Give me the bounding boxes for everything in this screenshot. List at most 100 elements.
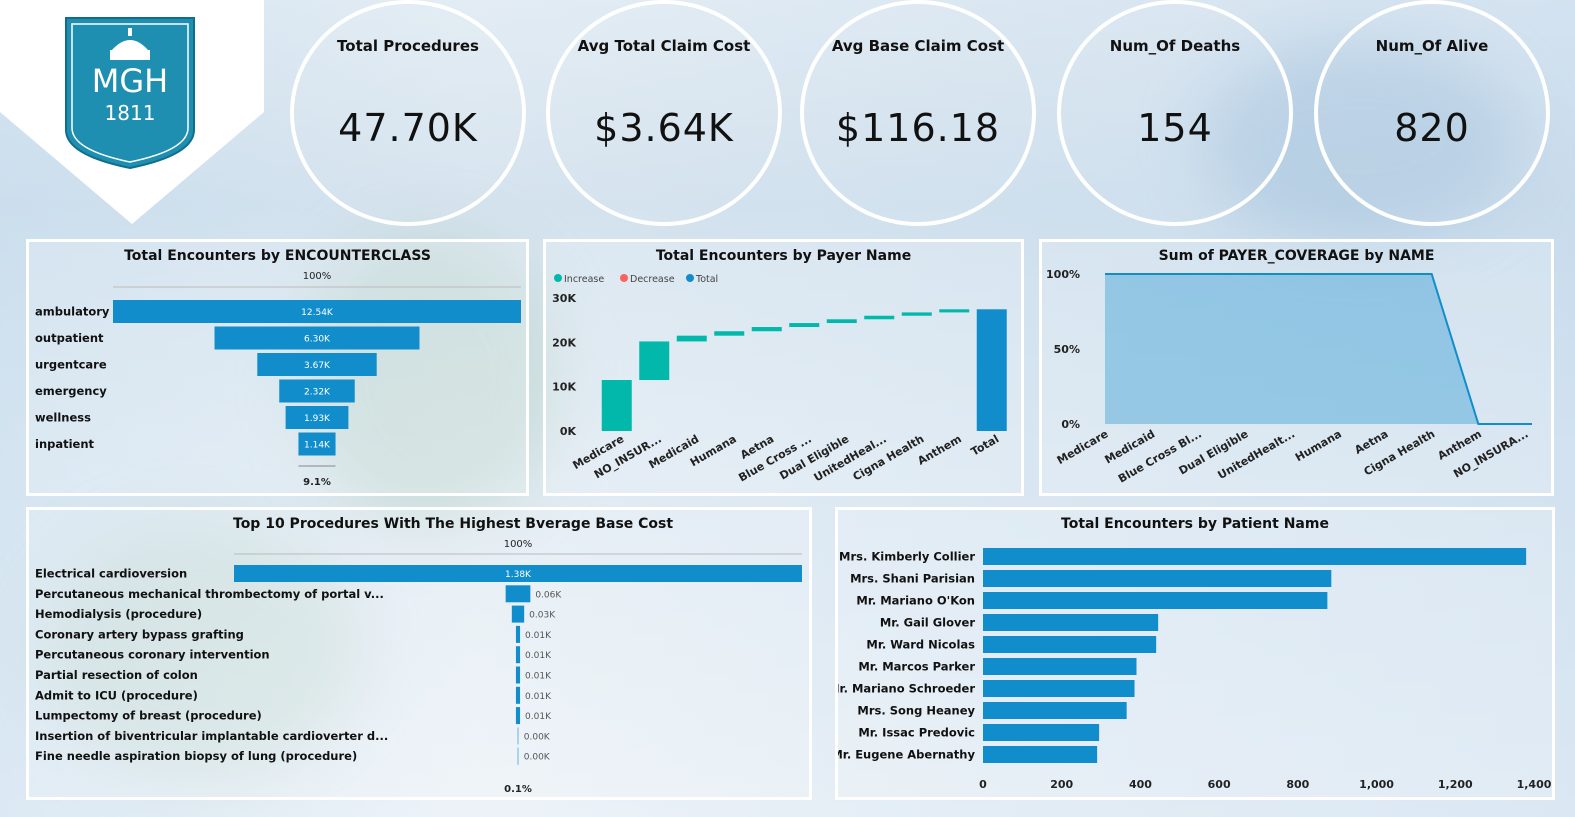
waterfall-bar <box>751 327 782 332</box>
bar-category-label: Mr. Eugene Abernathy <box>838 748 975 762</box>
bar-category-label: Mr. Mariano O'Kon <box>856 594 975 608</box>
x-tick-label: Total <box>969 432 1002 458</box>
funnel-category-label: Lumpectomy of breast (procedure) <box>35 709 262 723</box>
kpi-title: Avg Total Claim Cost <box>577 37 751 55</box>
x-tick-label: Humana <box>1293 427 1344 464</box>
kpi-title: Num_Of Alive <box>1375 37 1489 55</box>
legend-label: Decrease <box>630 274 675 285</box>
payer-waterfall-chart: Increase Decrease Total0K10K20K30KMedicare… <box>552 274 1007 484</box>
funnel-category-label: emergency <box>35 384 107 398</box>
funnel-category-label: Admit to ICU (procedure) <box>35 688 198 702</box>
waterfall-bar <box>601 380 632 431</box>
funnel-top-label: 100% <box>504 539 533 550</box>
funnel-bar-label: 2.32K <box>304 388 331 398</box>
funnel-bar-label: 0.00K <box>524 753 551 763</box>
funnel-bar-label: 0.01K <box>525 712 552 722</box>
funnel-bar <box>517 747 519 765</box>
patient-bar <box>983 680 1135 697</box>
funnel-bar <box>515 646 521 664</box>
funnel-bar <box>517 727 519 745</box>
encounterclass-funnel-chart: 100% ambulatory 12.54K outpatient 6.30K urgen… <box>35 271 521 488</box>
funnel-bar-label: 0.01K <box>525 631 552 641</box>
kpi-num-of-alive: Num_Of Alive 820 <box>1314 0 1550 226</box>
waterfall-bar <box>864 315 895 320</box>
y-tick-label: 100% <box>1046 268 1080 281</box>
funnel-category-label: Insertion of biventricular implantable c… <box>35 729 388 743</box>
funnel-bar-label: 3.67K <box>304 361 331 371</box>
waterfall-bar <box>789 323 820 328</box>
patient-bar <box>983 614 1159 631</box>
kpi-value: $116.18 <box>835 106 1001 150</box>
x-tick-label: 1,400 <box>1517 778 1552 791</box>
patient-bar <box>983 724 1100 741</box>
y-tick-label: 0K <box>560 425 577 438</box>
funnel-bar-label: 0.00K <box>524 732 551 742</box>
x-tick-label: 200 <box>1050 778 1073 791</box>
funnel-category-label: ambulatory <box>35 305 110 319</box>
legend-label: Increase <box>564 274 604 285</box>
legend-marker <box>554 274 562 282</box>
waterfall-bar <box>976 309 1007 431</box>
funnel-category-label: wellness <box>35 411 91 425</box>
logo-year: 1811 <box>105 101 156 125</box>
funnel-bar-label: 1.93K <box>304 414 331 424</box>
x-tick-label: Aetna <box>1352 427 1390 457</box>
funnel-bar-label: 0.01K <box>525 692 552 702</box>
kpi-value: $3.64K <box>594 106 734 150</box>
bar-category-label: Mrs. Shani Parisian <box>850 572 975 586</box>
funnel-bar <box>515 666 521 684</box>
patient-encounters-panel[interactable]: Total Encounters by Patient Name Mrs. Ki… <box>835 507 1555 800</box>
patient-bar <box>983 570 1332 587</box>
x-tick-label: UnitedHealt... <box>1216 427 1298 482</box>
funnel-bar <box>515 686 521 704</box>
x-tick-label: Medicare <box>1055 427 1111 467</box>
payer-waterfall-panel[interactable]: Total Encounters by Payer Name Increase D… <box>543 239 1024 496</box>
payer-coverage-area-panel[interactable]: Sum of PAYER_COVERAGE by NAME 0% 50% 100% M… <box>1039 239 1554 496</box>
kpi-value: 47.70K <box>338 106 478 150</box>
funnel-bottom-label: 9.1% <box>303 477 331 488</box>
kpi-title: Total Procedures <box>337 37 479 55</box>
funnel-bar-label: 12.54K <box>301 308 334 318</box>
funnel-category-label: inpatient <box>35 437 95 451</box>
bar-category-label: Mrs. Song Heaney <box>857 704 975 718</box>
funnel-category-label: Hemodialysis (procedure) <box>35 607 202 621</box>
legend-marker <box>686 274 694 282</box>
funnel-bar-label: 0.01K <box>525 651 552 661</box>
patient-bar <box>983 746 1098 763</box>
logo-card: MGH 1811 <box>0 0 264 226</box>
y-tick-label: 10K <box>552 381 576 394</box>
funnel-category-label: Percutaneous mechanical thrombectomy of … <box>35 587 384 601</box>
funnel-bar-label: 6.30K <box>304 335 331 345</box>
coverage-area <box>1105 274 1532 424</box>
waterfall-bar <box>714 331 745 336</box>
x-tick-label: 400 <box>1129 778 1152 791</box>
x-tick-label: 600 <box>1208 778 1231 791</box>
patient-bar <box>983 592 1328 609</box>
funnel-bottom-label: 0.1% <box>504 784 532 795</box>
funnel-bar-label: 1.38K <box>505 570 532 580</box>
funnel-category-label: Coronary artery bypass grafting <box>35 627 244 641</box>
funnel-category-label: Electrical cardioversion <box>35 567 187 581</box>
top-procedures-funnel-panel[interactable]: Top 10 Procedures With The Highest Bvera… <box>26 507 812 800</box>
top-procedures-funnel-chart: 100% Electrical cardioversion 1.38K Percuta… <box>35 539 802 795</box>
waterfall-bar <box>676 335 707 342</box>
waterfall-bar <box>639 341 670 381</box>
x-tick-label: Blue Cross Bl... <box>1116 427 1204 485</box>
waterfall-bar <box>901 312 932 316</box>
patient-bar <box>983 702 1127 719</box>
kpi-avg-base-claim-cost: Avg Base Claim Cost $116.18 <box>800 0 1036 226</box>
bar-category-label: Mr. Gail Glover <box>880 616 976 630</box>
funnel-bar <box>515 625 521 643</box>
waterfall-bar <box>939 309 970 313</box>
y-tick-label: 50% <box>1054 343 1080 356</box>
funnel-bar <box>505 585 531 603</box>
logo-shield-icon: MGH 1811 <box>0 0 264 224</box>
x-tick-label: 0 <box>979 778 987 791</box>
funnel-bar-label: 0.01K <box>525 672 552 682</box>
bar-category-label: Mrs. Kimberly Collier <box>839 550 975 564</box>
payer-coverage-area-chart: 0%50%100%MedicareMedicaidBlue Cross Bl..… <box>1046 268 1532 486</box>
funnel-bar-label: 1.14K <box>304 441 331 451</box>
encounterclass-funnel-panel[interactable]: Total Encounters by ENCOUNTERCLASS 100% a… <box>26 239 529 496</box>
y-tick-label: 0% <box>1061 418 1080 431</box>
waterfall-bar <box>826 319 857 324</box>
